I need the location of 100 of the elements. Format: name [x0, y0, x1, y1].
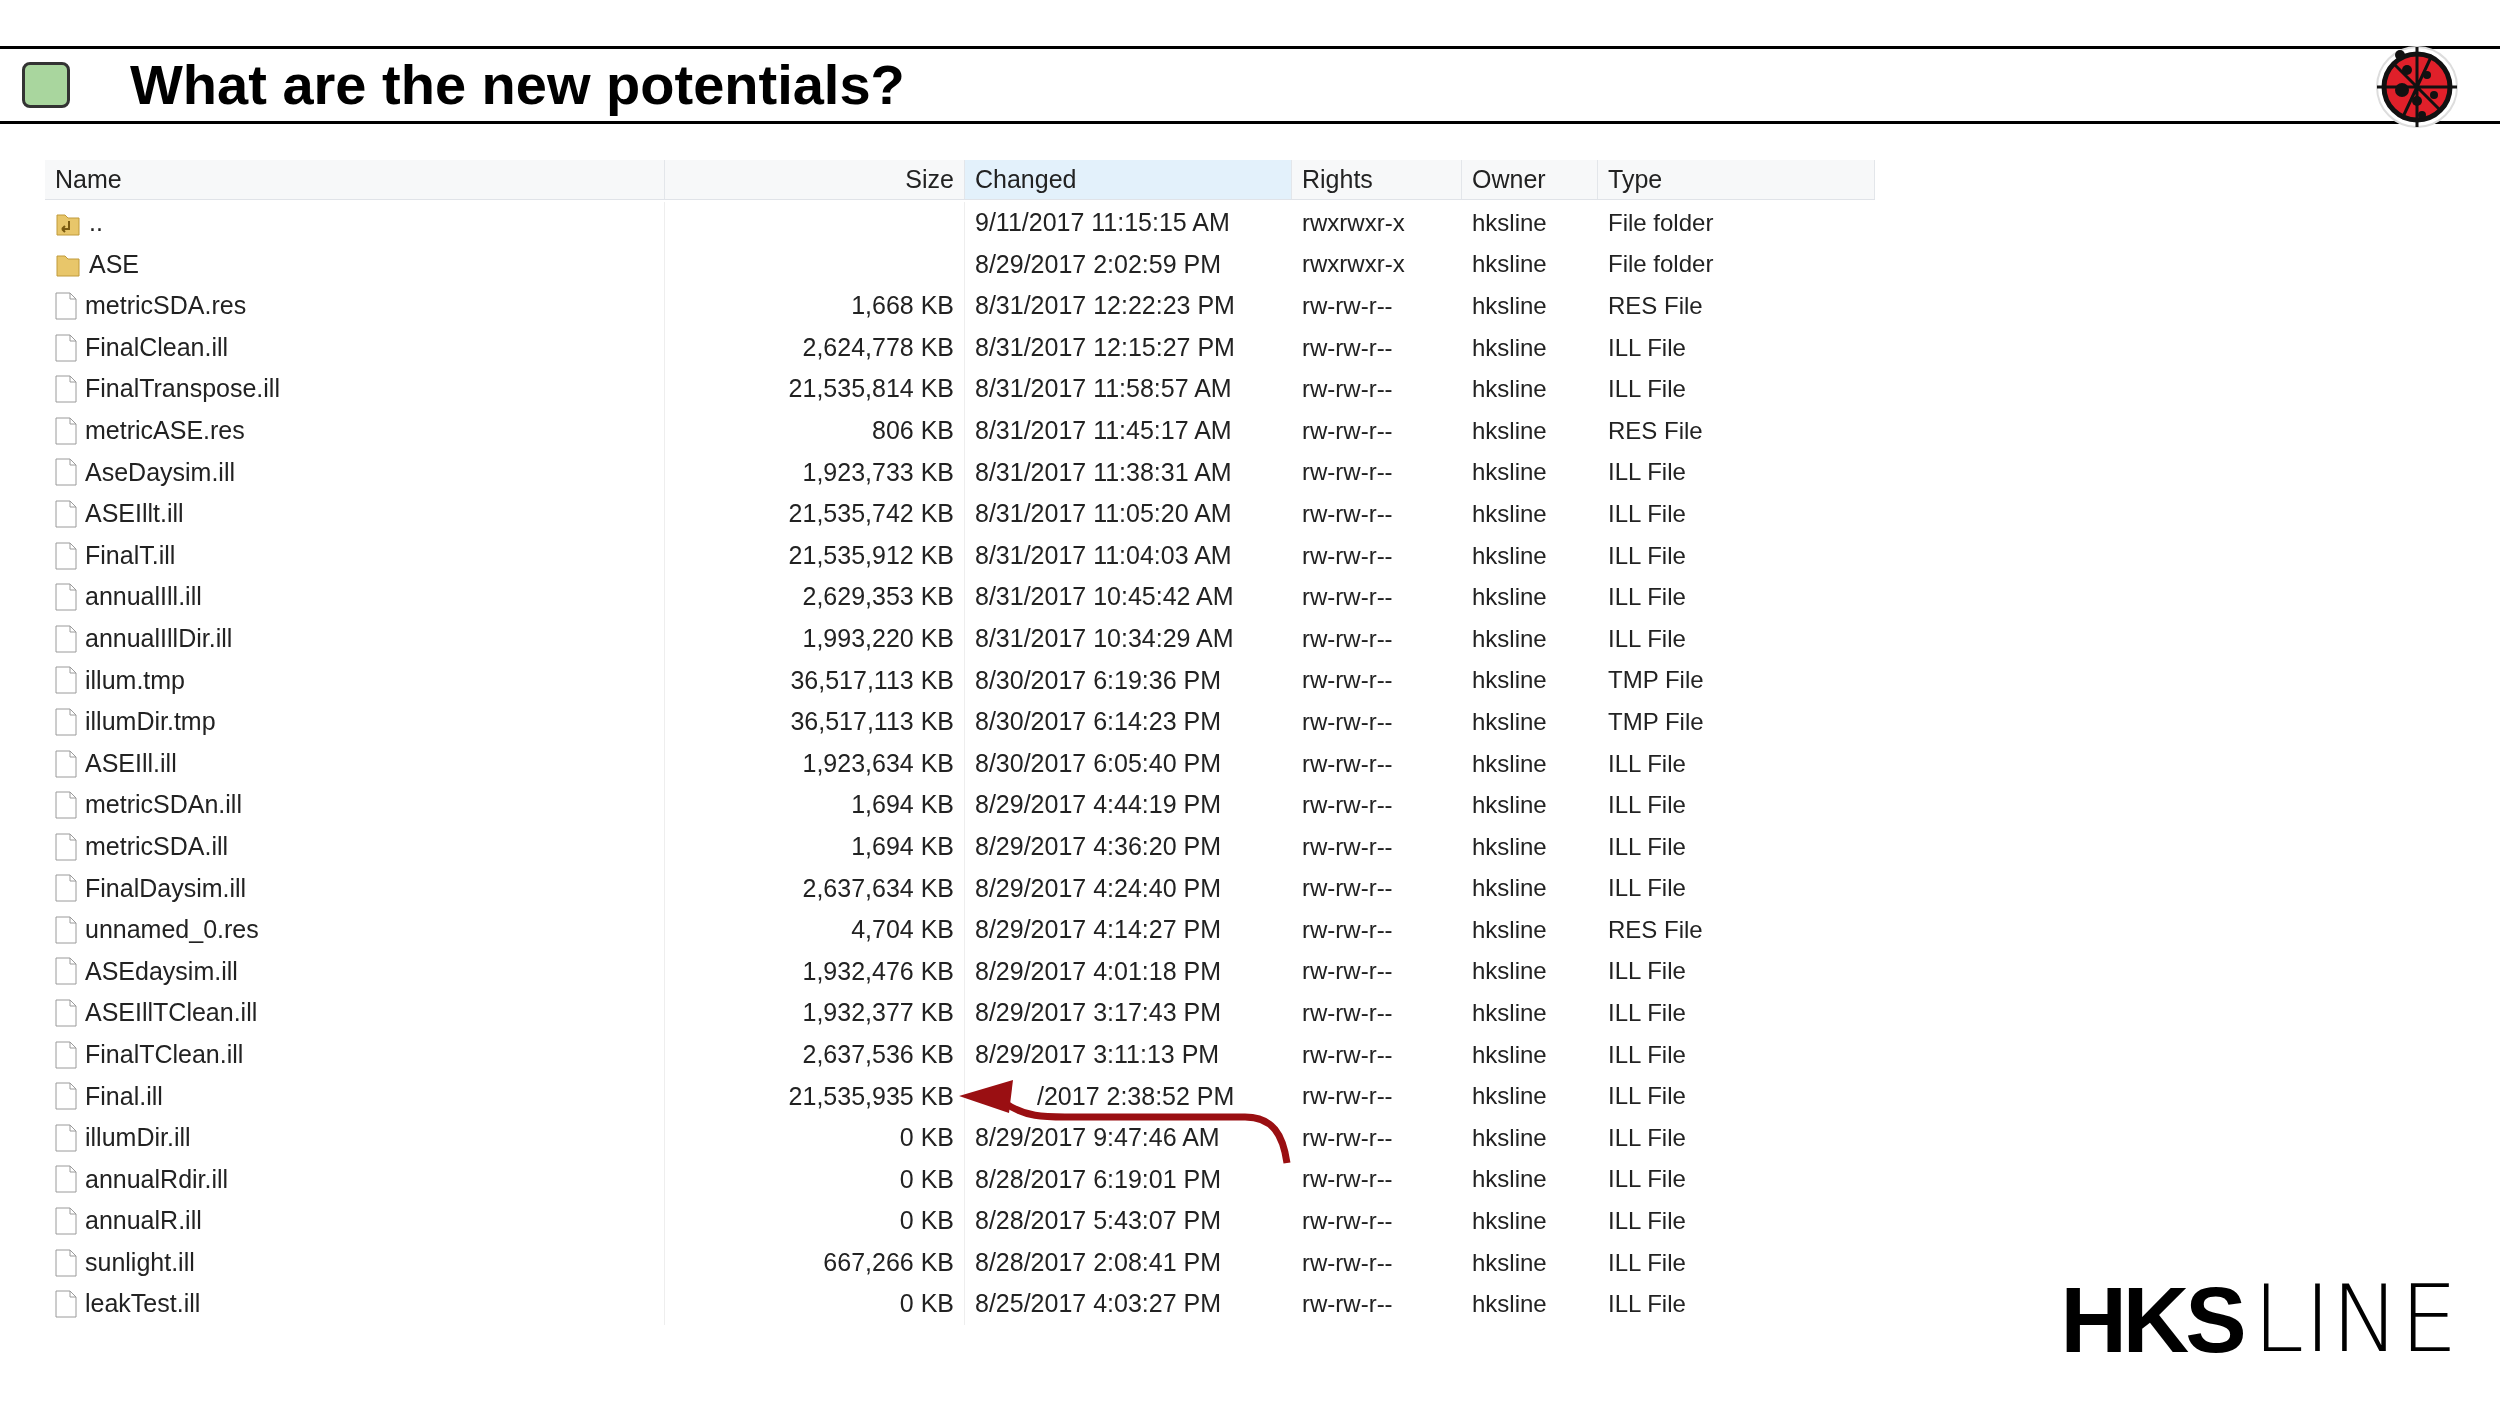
file-icon: [55, 1248, 77, 1277]
file-name: FinalTClean.ill: [85, 1038, 244, 1070]
file-size: 21,535,742 KB: [788, 498, 954, 530]
owner-name: hksline: [1472, 1122, 1547, 1153]
file-size: 1,993,220 KB: [802, 623, 954, 654]
file-icon: [55, 1207, 77, 1236]
file-size: 1,668 KB: [851, 290, 954, 322]
file-name: ASEIllt.ill: [85, 498, 184, 530]
file-type: ILL File: [1608, 1122, 1686, 1153]
file-type: ILL File: [1608, 998, 1686, 1029]
file-icon: [55, 915, 77, 944]
file-icon: [55, 749, 77, 778]
permissions: rwxrwxr-x: [1302, 207, 1405, 238]
file-type: RES File: [1608, 291, 1703, 321]
modified-date: 8/31/2017 12:15:27 PM: [975, 331, 1235, 363]
permissions: rw-rw-r--: [1302, 374, 1393, 405]
column-header[interactable]: Type: [1598, 160, 1875, 199]
permissions: rw-rw-r--: [1302, 1289, 1393, 1320]
owner-name: hksline: [1472, 249, 1547, 280]
modified-date: 8/30/2017 6:14:23 PM: [975, 706, 1222, 738]
modified-date: 8/31/2017 12:22:23 PM: [975, 290, 1235, 322]
owner-name: hksline: [1472, 332, 1547, 363]
file-name: metricSDAn.ill: [85, 789, 242, 821]
permissions: rw-rw-r--: [1302, 790, 1393, 821]
modified-date: 8/29/2017 3:11:13 PM: [975, 1038, 1220, 1070]
permissions: rw-rw-r--: [1302, 291, 1393, 321]
owner-name: hksline: [1472, 956, 1547, 987]
file-type: ILL File: [1608, 1247, 1686, 1278]
owner-name: hksline: [1472, 665, 1547, 696]
modified-date: 8/31/2017 11:05:20 AM: [975, 498, 1232, 530]
permissions: rw-rw-r--: [1302, 1206, 1393, 1237]
owner-name: hksline: [1472, 1206, 1547, 1237]
permissions: rw-rw-r--: [1302, 1081, 1393, 1112]
file-type: TMP File: [1608, 665, 1704, 696]
file-type: File folder: [1608, 207, 1714, 238]
file-type: ILL File: [1608, 956, 1686, 987]
file-name: annualIllDir.ill: [85, 623, 233, 654]
modified-date: 8/31/2017 10:45:42 AM: [975, 581, 1234, 613]
file-icon: [55, 624, 77, 653]
file-icon: [55, 292, 77, 320]
file-name: metricSDA.ill: [85, 830, 229, 862]
file-type: ILL File: [1608, 498, 1686, 529]
file-icon: [55, 1165, 77, 1194]
column-header[interactable]: Rights: [1292, 160, 1462, 199]
file-icon: [55, 791, 77, 820]
owner-name: hksline: [1472, 207, 1547, 238]
file-name: FinalT.ill: [85, 539, 176, 571]
owner-name: hksline: [1472, 914, 1547, 945]
modified-date: 8/29/2017 4:24:40 PM: [975, 872, 1222, 904]
file-name: FinalDaysim.ill: [85, 872, 247, 904]
logo-text: HKS: [2060, 1274, 2243, 1366]
file-size: 2,629,353 KB: [802, 581, 954, 613]
file-icon: [55, 957, 77, 986]
file-type: ILL File: [1608, 831, 1686, 862]
file-icon: [55, 832, 77, 861]
file-name: ..: [89, 207, 103, 239]
file-name: FinalTranspose.ill: [85, 373, 280, 405]
file-type: ILL File: [1608, 332, 1686, 363]
file-type: ILL File: [1608, 540, 1686, 571]
owner-name: hksline: [1472, 1247, 1547, 1278]
modified-date: 8/29/2017 4:14:27 PM: [975, 914, 1222, 946]
file-type: RES File: [1608, 914, 1703, 945]
file-size: 0 KB: [899, 1205, 954, 1237]
column-header[interactable]: Changed: [965, 160, 1292, 199]
owner-name: hksline: [1472, 540, 1547, 571]
file-size: 21,535,935 KB: [788, 1080, 954, 1112]
file-name: leakTest.ill: [85, 1288, 201, 1320]
file-type: ILL File: [1608, 582, 1686, 613]
file-type: ILL File: [1608, 1039, 1686, 1070]
file-name: annualIll.ill: [85, 581, 202, 613]
file-type: ILL File: [1608, 790, 1686, 821]
modified-date: 8/28/2017 2:08:41 PM: [975, 1246, 1222, 1278]
column-header[interactable]: Name: [45, 160, 665, 199]
file-name: FinalClean.ill: [85, 331, 229, 363]
modified-date: /2017 2:38:52 PM: [1037, 1080, 1235, 1112]
file-icon: [55, 416, 77, 445]
file-size: 1,923,733 KB: [802, 456, 954, 488]
file-size: 1,923,634 KB: [802, 747, 954, 779]
permissions: rw-rw-r--: [1302, 332, 1393, 363]
owner-name: hksline: [1472, 998, 1547, 1029]
file-type: File folder: [1608, 249, 1714, 280]
modified-date: 8/30/2017 6:19:36 PM: [975, 664, 1222, 696]
file-size: 0 KB: [899, 1288, 954, 1320]
file-name: illum.tmp: [85, 664, 185, 696]
column-header[interactable]: Owner: [1462, 160, 1598, 199]
modified-date: 8/31/2017 11:45:17 AM: [975, 415, 1232, 446]
owner-name: hksline: [1472, 415, 1547, 446]
permissions: rw-rw-r--: [1302, 1039, 1393, 1070]
file-size: 806 KB: [872, 415, 954, 446]
file-type: ILL File: [1608, 1289, 1686, 1320]
modified-date: 8/28/2017 5:43:07 PM: [975, 1205, 1222, 1237]
owner-name: hksline: [1472, 1081, 1547, 1112]
modified-date: 8/29/2017 2:02:59 PM: [975, 248, 1222, 280]
owner-name: hksline: [1472, 291, 1547, 321]
file-size: 0 KB: [899, 1122, 954, 1154]
file-name: illumDir.tmp: [85, 706, 216, 738]
permissions: rw-rw-r--: [1302, 415, 1393, 446]
file-size: 0 KB: [899, 1163, 954, 1195]
file-name: illumDir.ill: [85, 1122, 191, 1154]
logo-text: LINE: [2252, 1274, 2458, 1366]
